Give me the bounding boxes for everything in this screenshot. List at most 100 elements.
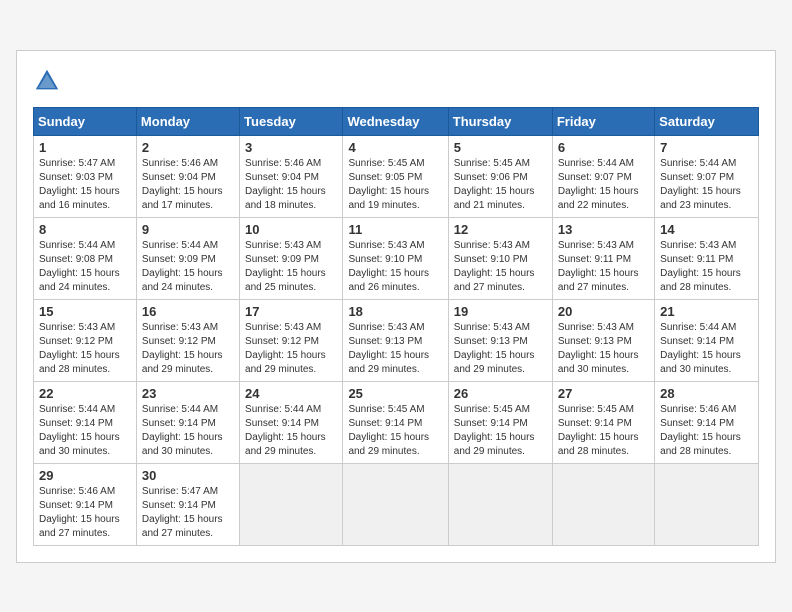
logo-icon [33,67,61,95]
day-number: 1 [39,140,131,155]
day-info: Sunrise: 5:43 AM Sunset: 9:13 PM Dayligh… [454,321,547,377]
calendar-week-row: 1 Sunrise: 5:47 AM Sunset: 9:03 PM Daylig… [34,135,759,217]
empty-cell [448,463,552,545]
day-cell-10: 10 Sunrise: 5:43 AM Sunset: 9:09 PM Dayli… [240,217,343,299]
day-number: 5 [454,140,547,155]
day-info: Sunrise: 5:44 AM Sunset: 9:09 PM Dayligh… [142,239,234,295]
calendar-week-row: 15Sunrise: 5:43 AM Sunset: 9:12 PM Dayli… [34,299,759,381]
calendar-week-row: 29Sunrise: 5:46 AM Sunset: 9:14 PM Dayli… [34,463,759,545]
day-number: 18 [348,304,442,319]
day-info: Sunrise: 5:44 AM Sunset: 9:14 PM Dayligh… [660,321,753,377]
day-cell-16: 16Sunrise: 5:43 AM Sunset: 9:12 PM Dayli… [136,299,239,381]
day-number: 21 [660,304,753,319]
calendar-week-row: 22 Sunrise: 5:44 AM Sunset: 9:14 PM Dayli… [34,381,759,463]
day-info: Sunrise: 5:44 AM Sunset: 9:14 PM Dayligh… [39,403,131,459]
day-number: 25 [348,386,442,401]
weekday-header-saturday: Saturday [655,107,759,135]
day-number: 3 [245,140,337,155]
day-number: 30 [142,468,234,483]
day-info: Sunrise: 5:46 AM Sunset: 9:14 PM Dayligh… [660,403,753,459]
day-number: 19 [454,304,547,319]
day-cell-2: 2 Sunrise: 5:46 AM Sunset: 9:04 PM Daylig… [136,135,239,217]
day-cell-5: 5 Sunrise: 5:45 AM Sunset: 9:06 PM Daylig… [448,135,552,217]
weekday-header-friday: Friday [552,107,654,135]
weekday-header-row: SundayMondayTuesdayWednesdayThursdayFrid… [34,107,759,135]
day-info: Sunrise: 5:46 AM Sunset: 9:04 PM Dayligh… [245,157,337,213]
day-cell-4: 4 Sunrise: 5:45 AM Sunset: 9:05 PM Daylig… [343,135,448,217]
weekday-header-thursday: Thursday [448,107,552,135]
day-cell-3: 3 Sunrise: 5:46 AM Sunset: 9:04 PM Daylig… [240,135,343,217]
day-cell-17: 17 Sunrise: 5:43 AM Sunset: 9:12 PM Dayli… [240,299,343,381]
day-number: 8 [39,222,131,237]
day-cell-24: 24 Sunrise: 5:44 AM Sunset: 9:14 PM Dayli… [240,381,343,463]
weekday-header-tuesday: Tuesday [240,107,343,135]
day-info: Sunrise: 5:44 AM Sunset: 9:14 PM Dayligh… [245,403,337,459]
day-number: 22 [39,386,131,401]
day-info: Sunrise: 5:44 AM Sunset: 9:07 PM Dayligh… [558,157,649,213]
day-info: Sunrise: 5:46 AM Sunset: 9:04 PM Dayligh… [142,157,234,213]
day-info: Sunrise: 5:44 AM Sunset: 9:07 PM Dayligh… [660,157,753,213]
day-number: 2 [142,140,234,155]
calendar-container: SundayMondayTuesdayWednesdayThursdayFrid… [16,50,776,563]
day-cell-26: 26Sunrise: 5:45 AM Sunset: 9:14 PM Dayli… [448,381,552,463]
day-number: 10 [245,222,337,237]
day-cell-14: 14 Sunrise: 5:43 AM Sunset: 9:11 PM Dayli… [655,217,759,299]
day-number: 26 [454,386,547,401]
day-info: Sunrise: 5:43 AM Sunset: 9:13 PM Dayligh… [348,321,442,377]
day-number: 20 [558,304,649,319]
empty-cell [240,463,343,545]
day-number: 23 [142,386,234,401]
day-info: Sunrise: 5:44 AM Sunset: 9:08 PM Dayligh… [39,239,131,295]
day-info: Sunrise: 5:43 AM Sunset: 9:09 PM Dayligh… [245,239,337,295]
day-info: Sunrise: 5:43 AM Sunset: 9:12 PM Dayligh… [39,321,131,377]
day-info: Sunrise: 5:45 AM Sunset: 9:14 PM Dayligh… [348,403,442,459]
calendar-week-row: 8 Sunrise: 5:44 AM Sunset: 9:08 PM Daylig… [34,217,759,299]
empty-cell [552,463,654,545]
day-cell-18: 18 Sunrise: 5:43 AM Sunset: 9:13 PM Dayli… [343,299,448,381]
day-number: 28 [660,386,753,401]
weekday-header-wednesday: Wednesday [343,107,448,135]
day-cell-20: 20 Sunrise: 5:43 AM Sunset: 9:13 PM Dayli… [552,299,654,381]
day-info: Sunrise: 5:43 AM Sunset: 9:10 PM Dayligh… [454,239,547,295]
day-cell-25: 25 Sunrise: 5:45 AM Sunset: 9:14 PM Dayli… [343,381,448,463]
day-info: Sunrise: 5:44 AM Sunset: 9:14 PM Dayligh… [142,403,234,459]
empty-cell [343,463,448,545]
day-cell-11: 11Sunrise: 5:43 AM Sunset: 9:10 PM Dayli… [343,217,448,299]
day-cell-9: 9Sunrise: 5:44 AM Sunset: 9:09 PM Daylig… [136,217,239,299]
day-info: Sunrise: 5:46 AM Sunset: 9:14 PM Dayligh… [39,485,131,541]
day-info: Sunrise: 5:45 AM Sunset: 9:05 PM Dayligh… [348,157,442,213]
empty-cell [655,463,759,545]
weekday-header-sunday: Sunday [34,107,137,135]
day-cell-27: 27 Sunrise: 5:45 AM Sunset: 9:14 PM Dayli… [552,381,654,463]
day-number: 14 [660,222,753,237]
day-info: Sunrise: 5:43 AM Sunset: 9:12 PM Dayligh… [245,321,337,377]
day-number: 27 [558,386,649,401]
day-info: Sunrise: 5:45 AM Sunset: 9:06 PM Dayligh… [454,157,547,213]
day-cell-19: 19 Sunrise: 5:43 AM Sunset: 9:13 PM Dayli… [448,299,552,381]
day-number: 7 [660,140,753,155]
day-cell-7: 7 Sunrise: 5:44 AM Sunset: 9:07 PM Daylig… [655,135,759,217]
day-number: 13 [558,222,649,237]
day-number: 24 [245,386,337,401]
day-cell-12: 12 Sunrise: 5:43 AM Sunset: 9:10 PM Dayli… [448,217,552,299]
day-info: Sunrise: 5:47 AM Sunset: 9:03 PM Dayligh… [39,157,131,213]
day-cell-30: 30Sunrise: 5:47 AM Sunset: 9:14 PM Dayli… [136,463,239,545]
day-cell-1: 1 Sunrise: 5:47 AM Sunset: 9:03 PM Daylig… [34,135,137,217]
day-cell-22: 22 Sunrise: 5:44 AM Sunset: 9:14 PM Dayli… [34,381,137,463]
day-cell-29: 29Sunrise: 5:46 AM Sunset: 9:14 PM Dayli… [34,463,137,545]
day-info: Sunrise: 5:43 AM Sunset: 9:13 PM Dayligh… [558,321,649,377]
day-cell-23: 23 Sunrise: 5:44 AM Sunset: 9:14 PM Dayli… [136,381,239,463]
day-cell-21: 21 Sunrise: 5:44 AM Sunset: 9:14 PM Dayli… [655,299,759,381]
day-number: 12 [454,222,547,237]
day-cell-15: 15Sunrise: 5:43 AM Sunset: 9:12 PM Dayli… [34,299,137,381]
logo [33,67,67,95]
day-info: Sunrise: 5:43 AM Sunset: 9:10 PM Dayligh… [348,239,442,295]
day-cell-6: 6Sunrise: 5:44 AM Sunset: 9:07 PM Daylig… [552,135,654,217]
day-number: 17 [245,304,337,319]
weekday-header-monday: Monday [136,107,239,135]
day-number: 16 [142,304,234,319]
day-number: 4 [348,140,442,155]
header [33,67,759,95]
day-info: Sunrise: 5:43 AM Sunset: 9:11 PM Dayligh… [660,239,753,295]
day-info: Sunrise: 5:45 AM Sunset: 9:14 PM Dayligh… [558,403,649,459]
